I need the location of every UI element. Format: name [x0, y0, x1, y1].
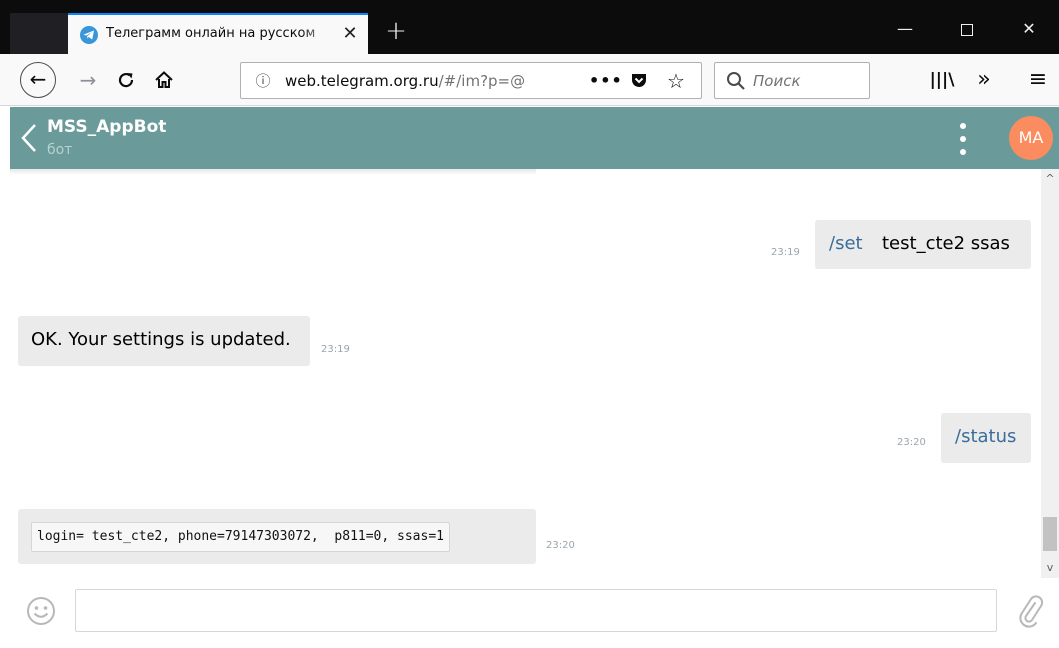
search-icon	[725, 70, 747, 92]
new-tab-plus-icon[interactable]: +	[378, 14, 414, 50]
home-icon[interactable]	[148, 64, 180, 96]
bookmark-star-icon[interactable]: ☆	[663, 69, 689, 93]
library-icon[interactable]: |||\	[926, 64, 958, 96]
url-host: web.telegram.org.ru	[285, 72, 439, 90]
message-time: 23:19	[771, 247, 800, 258]
bot-command-link[interactable]: /set	[829, 233, 863, 254]
message-text: OK. Your settings is updated.	[31, 329, 291, 350]
tab-telegram[interactable]: Телеграмм онлайн на русском ✕	[68, 13, 368, 54]
tab-strip: Телеграмм онлайн на русском ✕ + — ✕	[0, 0, 1059, 54]
previous-message-edge	[10, 169, 536, 175]
forward-arrow-icon[interactable]: →	[72, 64, 104, 96]
search-bar[interactable]	[714, 62, 870, 99]
chevron-left-icon[interactable]	[18, 121, 40, 155]
chat-title[interactable]: MSS_AppBot	[47, 117, 166, 137]
message-bubble-incoming[interactable]: login= test_cte2, phone=79147303072, p81…	[18, 509, 536, 564]
message-bubble-outgoing[interactable]: /status	[941, 413, 1031, 463]
window-close-icon[interactable]: ✕	[1006, 14, 1052, 44]
back-arrow-icon[interactable]: ←	[20, 62, 56, 98]
message-bubble-outgoing[interactable]: /set test_cte2 ssas	[815, 220, 1031, 269]
browser-window: Телеграмм онлайн на русском ✕ + — ✕ ← → …	[0, 0, 1059, 648]
window-minimize-icon[interactable]: —	[882, 14, 928, 44]
avatar[interactable]: MA	[1009, 116, 1053, 160]
chat-subtitle: бот	[47, 142, 73, 158]
message-composer	[10, 578, 1059, 648]
telegram-favicon-icon	[80, 26, 98, 44]
url-path: /#/im?p=@	[438, 72, 526, 90]
tab-close-icon[interactable]: ✕	[338, 22, 362, 46]
message-text: test_cte2 ssas	[882, 233, 1010, 254]
address-bar[interactable]: ⓘ web.telegram.org.ru/#/im?p=@ ••• ☆	[240, 62, 702, 99]
history-scrollbar[interactable]: ^ v	[1041, 169, 1059, 578]
bot-command-link[interactable]: /status	[955, 426, 1016, 447]
scroll-up-arrow-icon[interactable]: ^	[1041, 169, 1059, 189]
emoji-smile-icon[interactable]	[26, 596, 56, 626]
navigation-toolbar: ← → ⓘ web.telegram.org.ru/#/im?p=@ ••• ☆…	[0, 54, 1059, 106]
chat-header: MSS_AppBot бот MA	[10, 107, 1059, 169]
message-time: 23:20	[897, 437, 926, 448]
code-block: login= test_cte2, phone=79147303072, p81…	[31, 522, 450, 552]
overflow-chevron-icon[interactable]: »	[968, 64, 1000, 96]
page-actions-icon[interactable]: •••	[589, 69, 622, 93]
tab-strip-spacer	[10, 13, 68, 54]
paperclip-attach-icon[interactable]	[1016, 594, 1046, 628]
pocket-icon[interactable]	[626, 69, 652, 93]
scroll-down-arrow-icon[interactable]: v	[1041, 558, 1059, 578]
search-input[interactable]	[753, 69, 863, 93]
tab-title: Телеграмм онлайн на русском	[106, 26, 316, 41]
message-input[interactable]	[75, 589, 997, 632]
hamburger-menu-icon[interactable]: ≡	[1022, 64, 1054, 96]
url-text[interactable]: web.telegram.org.ru/#/im?p=@	[285, 72, 557, 90]
message-bubble-incoming[interactable]: OK. Your settings is updated.	[18, 316, 310, 366]
message-history: /set test_cte2 ssas 23:19 OK. Your setti…	[10, 169, 1041, 578]
message-time: 23:19	[321, 344, 350, 355]
site-info-icon[interactable]: ⓘ	[251, 69, 275, 93]
reload-icon[interactable]	[110, 64, 142, 96]
window-maximize-icon[interactable]	[944, 14, 990, 44]
scroll-thumb[interactable]	[1043, 517, 1057, 551]
more-vertical-icon[interactable]	[950, 121, 976, 157]
message-time: 23:20	[546, 540, 575, 551]
